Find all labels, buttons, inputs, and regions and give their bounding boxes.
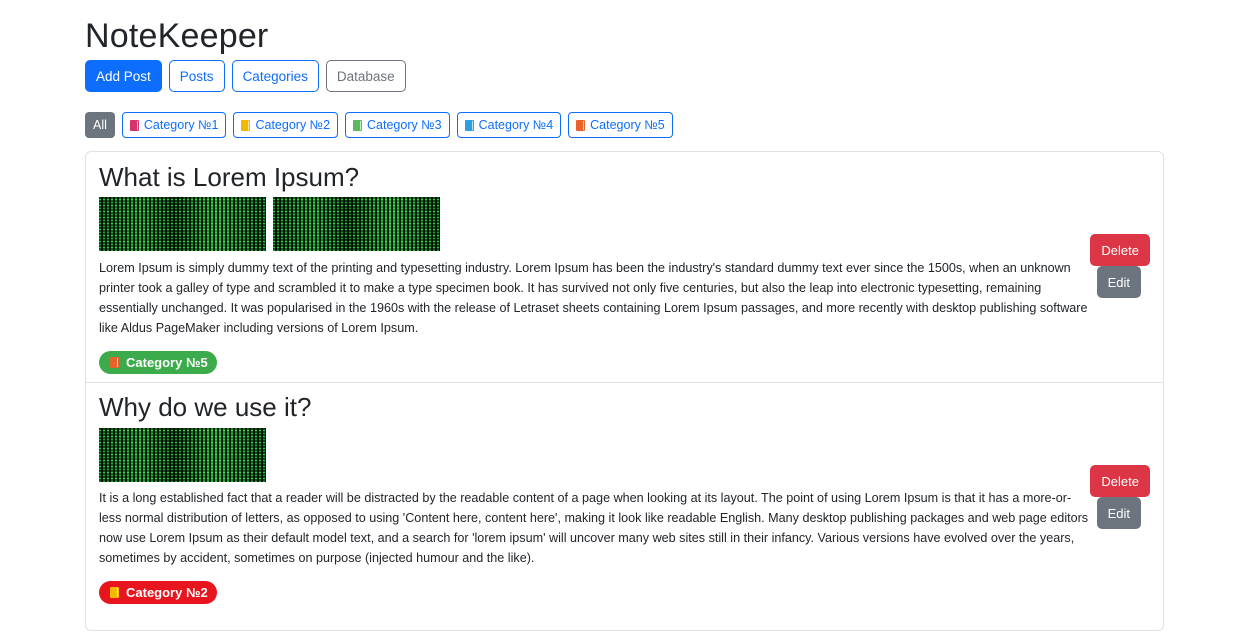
filter-label: Category №3 [367, 118, 442, 132]
blue-book-icon [464, 119, 474, 131]
database-button[interactable]: Database [325, 60, 406, 92]
post-images [99, 197, 440, 251]
post-body: Lorem Ipsum is simply dummy text of the … [99, 261, 1088, 335]
post-title: What is Lorem Ipsum? [99, 162, 360, 192]
red-book-icon [129, 119, 139, 131]
categories-button[interactable]: Categories [231, 60, 319, 92]
filter-category-3-button[interactable]: Category №3 [345, 112, 450, 138]
category-badge-label: Category №5 [126, 355, 208, 370]
matrix-code-image [99, 428, 266, 482]
filter-category-2-button[interactable]: Category №2 [233, 112, 339, 138]
green-book-icon [353, 119, 363, 131]
delete-button[interactable]: Delete [1090, 465, 1150, 497]
main-nav: Add Post Posts Categories Database [85, 60, 1164, 92]
edit-button[interactable]: Edit [1096, 266, 1141, 298]
post-item: What is Lorem Ipsum? Lorem Ipsum is simp… [86, 152, 1163, 382]
filter-category-5-button[interactable]: Category №5 [568, 112, 673, 138]
orange-book-icon [110, 357, 119, 368]
filter-label: Category №1 [143, 118, 219, 132]
page-container: NoteKeeper Add Post Posts Categories Dat… [85, 0, 1164, 631]
orange-book-icon [576, 119, 586, 131]
posts-list: What is Lorem Ipsum? Lorem Ipsum is simp… [85, 151, 1164, 631]
matrix-code-image [273, 197, 440, 251]
filter-category-4-button[interactable]: Category №4 [456, 112, 562, 138]
add-post-button[interactable]: Add Post [85, 60, 162, 92]
category-badge: Category №5 [99, 351, 217, 374]
post-actions: Delete Edit [1090, 234, 1150, 298]
filter-label: Category №5 [590, 118, 665, 132]
delete-button[interactable]: Delete [1090, 234, 1150, 266]
filter-category-1-button[interactable]: Category №1 [121, 112, 227, 138]
posts-button[interactable]: Posts [168, 60, 225, 92]
filter-label: Category №2 [255, 118, 331, 132]
filter-label: Category №4 [478, 118, 554, 132]
post-item: Why do we use it? It is a long establish… [86, 382, 1163, 632]
post-actions: Delete Edit [1090, 465, 1150, 529]
filter-all-button[interactable]: All [85, 112, 115, 138]
matrix-code-image [99, 197, 266, 251]
category-filter-bar: All Category №1 Category №2 Category №3 … [85, 112, 1164, 138]
category-badge-label: Category №2 [126, 585, 208, 600]
category-badge: Category №2 [99, 581, 217, 604]
post-title: Why do we use it? [99, 392, 312, 422]
yellow-book-icon [241, 119, 251, 131]
edit-button[interactable]: Edit [1096, 497, 1141, 529]
yellow-book-icon [110, 587, 119, 598]
post-images [99, 428, 266, 482]
app-title: NoteKeeper [85, 17, 269, 55]
post-body: It is a long established fact that a rea… [99, 491, 1089, 565]
